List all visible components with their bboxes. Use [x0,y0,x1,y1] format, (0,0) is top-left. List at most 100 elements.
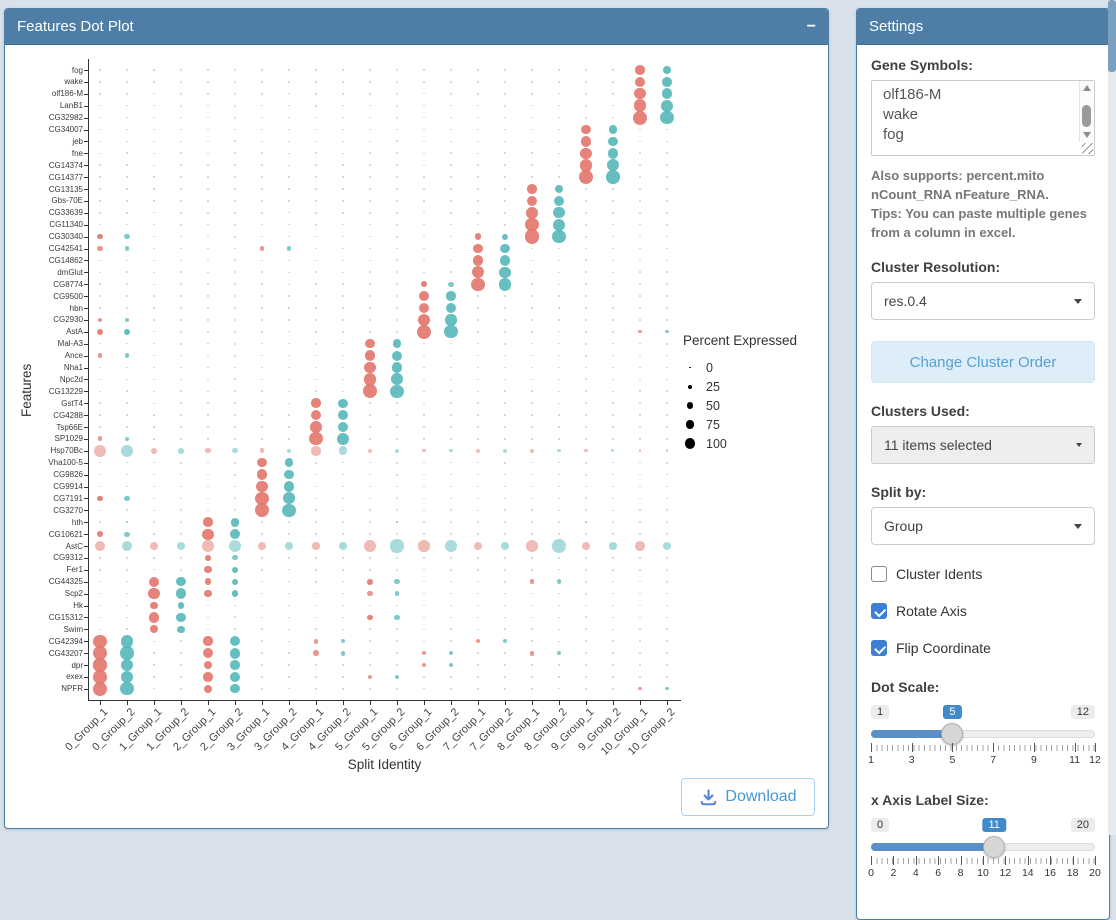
dot-plot-point [234,438,236,440]
dot-plot-point [288,117,289,118]
dot-plot-point [122,541,132,551]
resize-grip-icon[interactable] [1082,143,1093,154]
dot-plot-point [558,474,559,475]
x-axis-tick [343,701,344,705]
dot-plot-point [423,403,424,404]
slider-handle[interactable] [941,723,963,745]
dot-plot-point [288,403,289,404]
cluster-resolution-select[interactable]: res.0.4 [871,282,1095,320]
dot-plot-point [585,390,587,392]
clusters-used-dropdown[interactable]: 11 items selected [871,426,1095,464]
dot-plot-point [417,325,431,339]
dot-plot-point [261,176,263,178]
y-axis-tick [84,558,88,559]
dot-plot-point [396,414,398,416]
slider-major-tick [952,743,953,752]
gene-axis-label: GstT4 [11,399,83,408]
dot-plot-point [288,260,289,261]
dot-plot-point [315,581,317,583]
dot-plot-point [639,486,641,488]
dot-plot-point [342,212,343,213]
dot-plot-point [288,224,289,225]
dot-plot-point [423,117,424,118]
dot-plot-point [585,462,587,464]
dot-plot-point [99,629,100,630]
dot-plot-point [421,281,427,287]
collapse-icon[interactable]: − [807,19,816,35]
dot-plot-point [180,664,182,666]
page-scrollbar[interactable] [1108,0,1116,835]
scrollbar-thumb[interactable] [1082,105,1091,127]
dot-plot-point [396,486,398,488]
rotate-axis-checkbox[interactable]: Rotate Axis [871,603,1095,619]
dot-plot-point [558,284,559,285]
cluster-idents-checkbox[interactable]: Cluster Idents [871,566,1095,582]
dot-plot-point [396,664,398,666]
textarea-scrollbar[interactable] [1079,81,1094,142]
page-scrollbar-thumb[interactable] [1108,0,1116,72]
y-axis-tick [84,570,88,571]
dot-plot-point [180,164,182,166]
change-cluster-order-button[interactable]: Change Cluster Order [871,341,1095,383]
dot-plot-point [288,272,289,273]
dot-plot-point [558,498,559,499]
scroll-down-icon[interactable] [1083,132,1091,138]
dot-plot-point [367,615,373,621]
dot-plot-point [288,307,289,308]
dot-plot-point [288,355,289,356]
dot-plot-point [180,462,182,464]
dot-plot-point [99,343,100,344]
dot-plot-point [180,271,182,273]
dot-plot-point [639,438,641,440]
slider-handle[interactable] [983,836,1005,858]
dot-plot-point [423,641,424,642]
dot-plot-point [315,521,317,523]
dot-plot-point [396,402,398,404]
dot-plot-point [288,81,289,82]
gene-axis-label: Hk [11,601,83,610]
dot-plot-point [395,675,399,679]
dot-plot-point [639,426,641,428]
dot-plot-point [612,402,613,403]
dot-plot-point [531,129,533,131]
dot-plot-point [585,319,587,321]
dot-plot-point [531,164,533,166]
dot-plot-point [153,188,154,189]
dot-plot-point [558,272,559,273]
dot-plot-point [449,663,453,667]
dot-plot-point [531,260,533,262]
gene-axis-label: CG4288 [11,411,83,420]
dot-plot-point [120,646,133,659]
x-axis-tick [532,701,533,705]
dot-plot-point [342,129,343,130]
dot-plot-point [639,295,641,297]
dot-plot-point [581,125,591,135]
dot-plot-point [261,295,263,297]
dot-plot-point [585,224,587,226]
dot-plot-point [315,141,317,143]
x-axis-label-size-label: x Axis Label Size: [871,792,1095,808]
dot-plot-point [503,639,507,643]
flip-coordinate-checkbox[interactable]: Flip Coordinate [871,640,1095,656]
dot-plot-point [396,569,398,571]
dot-plot-point [180,414,182,416]
dot-plot-point [639,449,642,452]
dot-plot-point [124,496,129,501]
dot-plot-point [261,283,263,285]
dot-plot-point [315,498,317,500]
slider-fill [871,843,994,851]
scroll-up-icon[interactable] [1083,85,1091,91]
dot-plot-point [666,414,668,416]
dot-plot-point [666,271,668,273]
gene-symbols-textarea[interactable]: olf186-M wake fog [871,80,1095,156]
dot-plot-point [180,295,182,297]
dot-plot-point [612,69,613,70]
legend-dot-box [683,380,697,394]
x-axis-tick [478,701,479,705]
dot-plot-point [125,353,129,357]
download-button[interactable]: Download [681,778,815,816]
split-by-select[interactable]: Group [871,507,1095,545]
x-axis-label-size-slider: 0 11 20 02468101214161820 [871,818,1095,882]
gene-axis-label: CG3270 [11,506,83,515]
dot-plot-point [531,319,533,321]
